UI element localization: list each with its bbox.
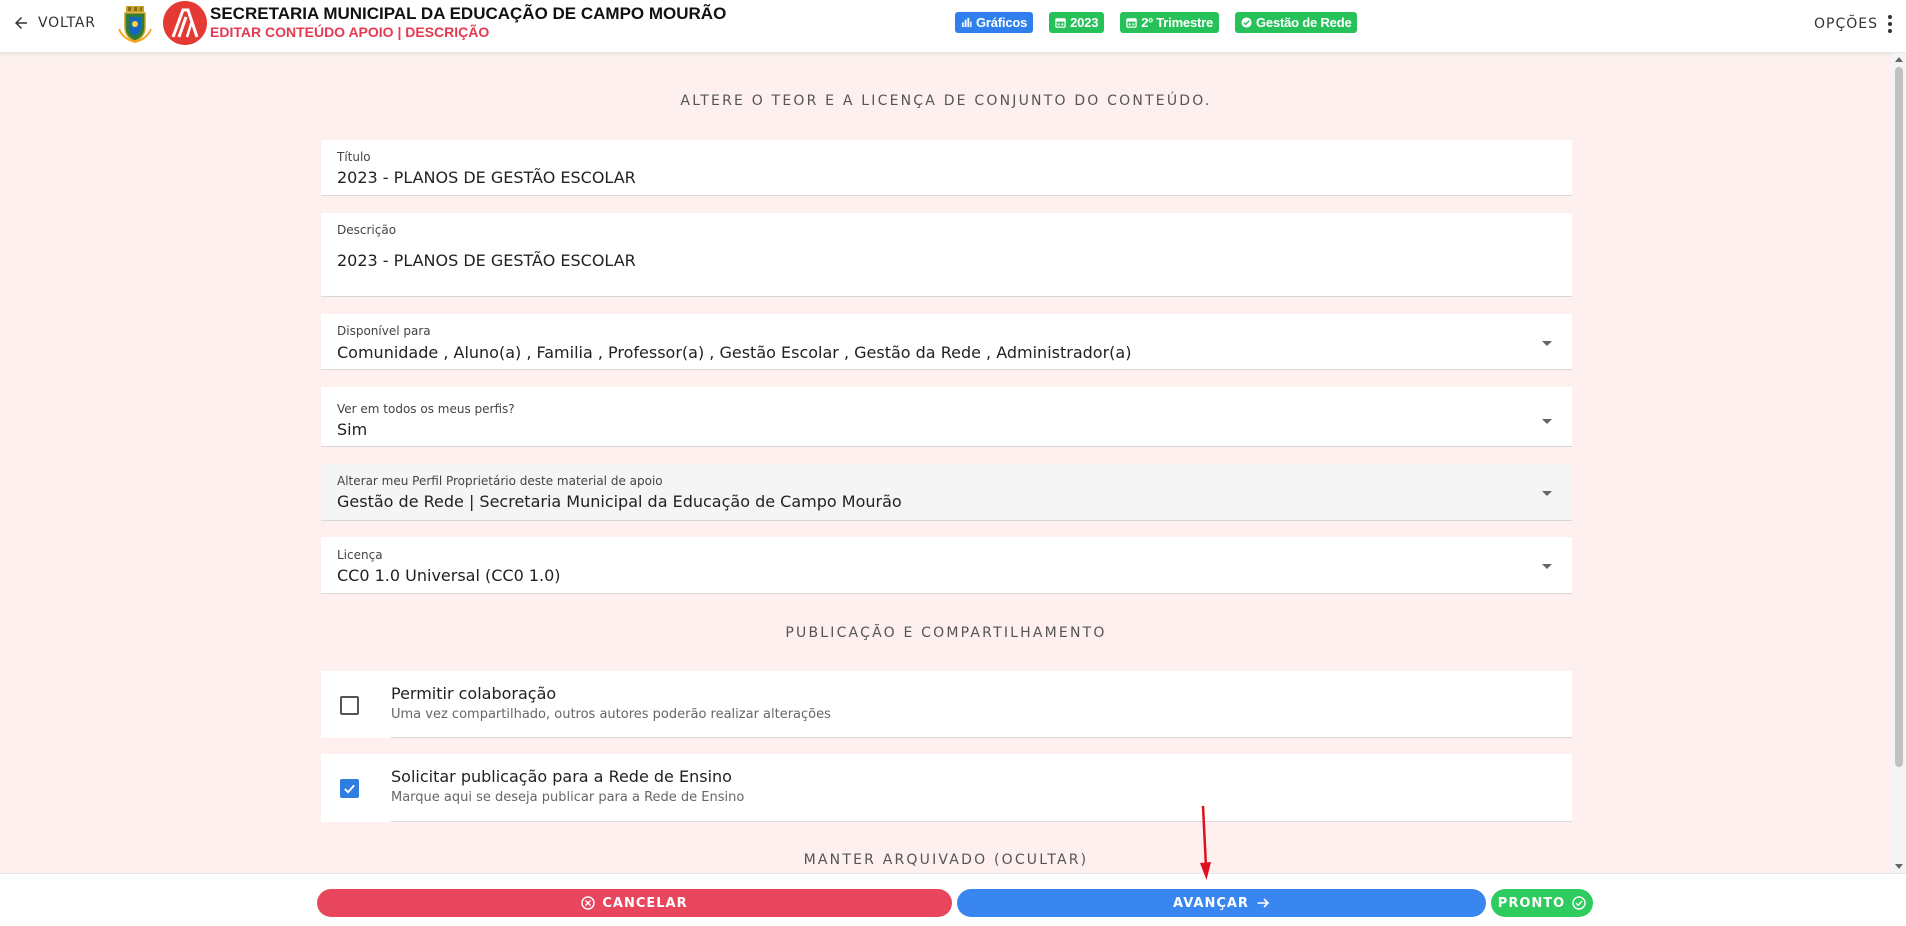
page-titles: SECRETARIA MUNICIPAL DA EDUCAÇÃO DE CAMP…: [210, 4, 726, 40]
cancel-label: CANCELAR: [602, 895, 688, 911]
chip-gestao-rede[interactable]: Gestão de Rede: [1235, 12, 1358, 33]
titulo-label: Título: [337, 150, 371, 164]
collaboration-title: Permitir colaboração: [391, 684, 557, 703]
action-footer: CANCELAR AVANÇAR PRONTO: [0, 873, 1906, 926]
divider: [391, 821, 1572, 822]
publication-section-title: PUBLICAÇÃO E COMPARTILHAMENTO: [785, 625, 1107, 641]
done-label: PRONTO: [1497, 895, 1566, 911]
publication-checkbox[interactable]: [340, 779, 359, 798]
ver-perfis-value: Sim: [337, 420, 368, 439]
options-label: OPÇÕES: [1814, 16, 1878, 32]
licenca-label: Licença: [337, 548, 383, 562]
dropdown-arrow-icon[interactable]: [1542, 341, 1552, 346]
done-button[interactable]: PRONTO: [1491, 889, 1593, 917]
page-scrollbar[interactable]: [1892, 53, 1906, 873]
dropdown-arrow-icon[interactable]: [1542, 564, 1552, 569]
titulo-field[interactable]: Título 2023 - PLANOS DE GESTÃO ESCOLAR: [321, 140, 1572, 196]
scroll-thumb[interactable]: [1895, 67, 1903, 767]
perfil-proprietario-label: Alterar meu Perfil Proprietário deste ma…: [337, 474, 663, 488]
chip-year-label: 2023: [1070, 15, 1099, 30]
calendar-icon: [1126, 18, 1138, 28]
back-label: VOLTAR: [38, 15, 96, 31]
descricao-value[interactable]: 2023 - PLANOS DE GESTÃO ESCOLAR: [337, 251, 636, 270]
app-header: VOLTAR SECRETARIA MUNICIPAL DA EDUCAÇÃO …: [0, 0, 1906, 53]
ver-perfis-select[interactable]: Ver em todos os meus perfis? Sim: [321, 387, 1572, 447]
chip-graficos-label: Gráficos: [976, 15, 1028, 30]
cancel-circle-icon: [581, 896, 596, 910]
divider: [391, 737, 1572, 738]
next-button[interactable]: AVANÇAR: [957, 889, 1486, 917]
licenca-select[interactable]: Licença CC0 1.0 Universal (CC0 1.0): [321, 537, 1572, 594]
publication-title: Solicitar publicação para a Rede de Ensi…: [391, 767, 732, 786]
collaboration-checkbox[interactable]: [340, 696, 359, 715]
chip-year[interactable]: 2023: [1049, 12, 1105, 33]
back-button[interactable]: VOLTAR: [12, 14, 96, 32]
more-vert-icon: [1888, 15, 1892, 33]
collaboration-subtitle: Uma vez compartilhado, outros autores po…: [391, 707, 831, 722]
chip-trimestre[interactable]: 2º Trimestre: [1120, 12, 1220, 33]
arrow-right-icon: [1257, 898, 1270, 908]
header-chips: Gráficos 2023 2º Trimestre Gestão de Red…: [955, 12, 1358, 33]
ver-perfis-label: Ver em todos os meus perfis?: [337, 402, 515, 416]
scroll-down-icon[interactable]: [1895, 864, 1903, 869]
calendar-icon: [1055, 18, 1066, 28]
dropdown-arrow-icon[interactable]: [1542, 419, 1552, 424]
publication-subtitle: Marque aqui se deseja publicar para a Re…: [391, 790, 745, 805]
annotation-arrow-icon: [1200, 805, 1211, 880]
next-label: AVANÇAR: [1173, 895, 1249, 911]
check-circle-icon: [1241, 17, 1252, 28]
perfil-proprietario-select[interactable]: Alterar meu Perfil Proprietário deste ma…: [321, 464, 1572, 521]
licenca-value: CC0 1.0 Universal (CC0 1.0): [337, 566, 561, 585]
option-collaboration[interactable]: Permitir colaboração Uma vez compartilha…: [321, 671, 1572, 738]
section-title: ALTERE O TEOR E A LICENÇA DE CONJUNTO DO…: [680, 93, 1212, 109]
cancel-button[interactable]: CANCELAR: [317, 889, 952, 917]
brand-logo-icon: [163, 1, 207, 45]
descricao-label: Descrição: [337, 223, 397, 237]
disponivel-select[interactable]: Disponível para Comunidade , Aluno(a) , …: [321, 314, 1572, 370]
checkmark-icon: [344, 784, 355, 794]
bar-chart-icon: [961, 17, 972, 28]
chip-trimestre-label: 2º Trimestre: [1141, 15, 1214, 30]
page-subtitle: EDITAR CONTEÚDO APOIO | DESCRIÇÃO: [210, 24, 490, 40]
chip-gestao-rede-label: Gestão de Rede: [1256, 15, 1352, 30]
disponivel-label: Disponível para: [337, 324, 431, 338]
scroll-up-icon[interactable]: [1895, 57, 1903, 62]
descricao-field[interactable]: Descrição 2023 - PLANOS DE GESTÃO ESCOLA…: [321, 213, 1572, 297]
disponivel-value: Comunidade , Aluno(a) , Familia , Profes…: [337, 343, 1132, 362]
check-circle-icon: [1572, 896, 1586, 910]
municipal-crest-icon: [118, 6, 152, 43]
archive-section-title: MANTER ARQUIVADO (OCULTAR): [803, 852, 1089, 868]
dropdown-arrow-icon[interactable]: [1542, 491, 1552, 496]
perfil-proprietario-value: Gestão de Rede | Secretaria Municipal da…: [337, 492, 902, 511]
option-publication[interactable]: Solicitar publicação para a Rede de Ensi…: [321, 754, 1572, 822]
options-menu-button[interactable]: OPÇÕES: [1814, 15, 1892, 33]
page-title: SECRETARIA MUNICIPAL DA EDUCAÇÃO DE CAMP…: [210, 4, 727, 23]
arrow-left-icon: [15, 17, 27, 29]
chip-graficos[interactable]: Gráficos: [955, 12, 1034, 33]
titulo-value[interactable]: 2023 - PLANOS DE GESTÃO ESCOLAR: [337, 168, 636, 187]
